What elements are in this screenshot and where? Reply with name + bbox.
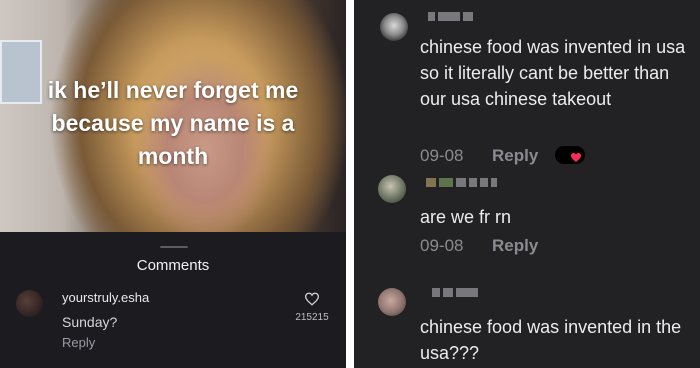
avatar[interactable]: [380, 13, 408, 41]
heart-filled-icon: [571, 153, 581, 162]
sheet-drag-handle[interactable]: [160, 246, 188, 248]
comment-date: 09-08: [420, 146, 464, 165]
blurred-username: [432, 286, 478, 299]
heart-outline-icon[interactable]: [304, 292, 320, 306]
comment-text: chinese food was invented in the usa???: [420, 317, 682, 363]
reply-button[interactable]: Reply: [62, 335, 95, 350]
reply-button[interactable]: Reply: [492, 236, 538, 256]
right-screenshot: chinese food was invented in usa so it l…: [354, 0, 700, 368]
left-screenshot: ik he’ll never forget me because my name…: [0, 0, 346, 368]
avatar[interactable]: [378, 175, 406, 203]
comments-title: Comments: [136, 257, 210, 274]
caption-line-2: because my name is a: [51, 110, 295, 136]
avatar[interactable]: [378, 288, 406, 316]
comment-text: Sunday?: [62, 314, 118, 330]
avatar[interactable]: [16, 290, 43, 317]
video-caption: ik he’ll never forget me because my name…: [0, 74, 346, 173]
like-count: 215215: [295, 312, 329, 323]
comments-sheet: Comments yourstruly.esha Sunday? Reply 2…: [0, 232, 346, 368]
comment-text: are we fr rn: [420, 207, 512, 227]
reply-button[interactable]: Reply: [492, 146, 538, 166]
blurred-username: [426, 176, 497, 189]
comment-username[interactable]: yourstruly.esha: [62, 290, 149, 305]
comment-date: 09-08: [420, 236, 464, 255]
caption-line-3: month: [137, 143, 209, 169]
caption-line-1: ik he’ll never forget me: [47, 77, 299, 103]
blurred-username: [428, 10, 473, 23]
creator-liked-badge: [555, 146, 585, 164]
comment-text: chinese food was invented in usa so it l…: [420, 37, 686, 109]
